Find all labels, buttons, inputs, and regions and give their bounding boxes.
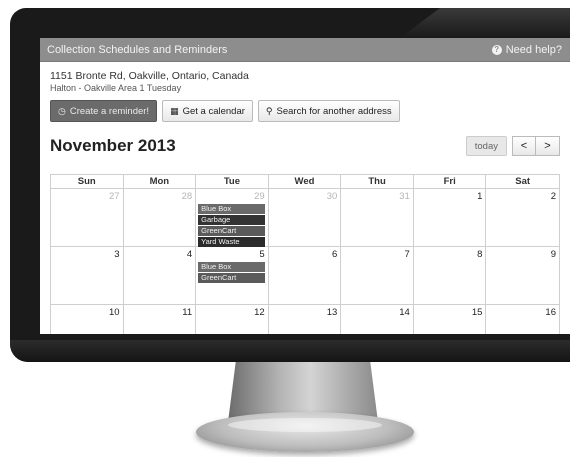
monitor-stand-base (196, 412, 414, 452)
calendar-day-cell[interactable]: 27 (51, 189, 124, 247)
weekday-label: Thu (341, 175, 414, 188)
calendar-day-cell[interactable]: 6 (269, 247, 342, 304)
day-number: 2 (550, 191, 556, 202)
collection-area-text: Halton - Oakville Area 1 Tuesday (50, 83, 182, 93)
calendar-day-cell[interactable]: 15 (414, 305, 487, 334)
help-label: Need help? (505, 43, 562, 56)
action-toolbar: ◷ Create a reminder! ▦ Get a calendar ⚲ … (40, 94, 570, 122)
day-number: 12 (254, 307, 265, 318)
help-link[interactable]: ? Need help? (491, 43, 562, 56)
search-address-button[interactable]: ⚲ Search for another address (257, 100, 400, 122)
day-number: 29 (254, 191, 265, 202)
weekday-label: Sun (51, 175, 124, 188)
weekday-label: Wed (269, 175, 342, 188)
app-title: Collection Schedules and Reminders (47, 43, 228, 56)
day-number: 30 (326, 191, 338, 202)
get-calendar-label: Get a calendar (182, 105, 245, 117)
next-month-button[interactable]: > (536, 136, 560, 156)
calendar-day-cell[interactable]: 13 (269, 305, 342, 334)
day-number: 13 (326, 307, 338, 318)
app-header-bar: Collection Schedules and Reminders ? Nee… (40, 38, 570, 62)
calendar-grid: Sun Mon Tue Wed Thu Fri Sat 27 28 29 Blu… (50, 174, 560, 334)
weekday-header-row: Sun Mon Tue Wed Thu Fri Sat (50, 174, 560, 188)
calendar-nav: today < > (465, 136, 560, 156)
monitor-screen: Collection Schedules and Reminders ? Nee… (40, 38, 570, 334)
weekday-label: Mon (124, 175, 197, 188)
month-arrows: < > (512, 136, 560, 156)
calendar-day-cell[interactable]: 12 (196, 305, 269, 334)
calendar-day-cell[interactable]: 5 Blue Box GreenCart (196, 247, 269, 304)
question-circle-icon: ? (491, 44, 502, 55)
calendar-day-cell[interactable]: 9 (486, 247, 559, 304)
day-number: 4 (186, 249, 193, 260)
calendar-day-cell[interactable]: 4 (124, 247, 197, 304)
day-number: 11 (182, 307, 193, 318)
month-title: November 2013 (50, 136, 176, 155)
day-number: 15 (471, 307, 483, 318)
calendar-day-cell[interactable]: 10 (51, 305, 124, 334)
weekday-label: Fri (414, 175, 487, 188)
day-number: 6 (331, 249, 338, 260)
event-yard-waste[interactable]: Yard Waste (198, 237, 265, 247)
prev-month-button[interactable]: < (512, 136, 536, 156)
event-greencart[interactable]: GreenCart (198, 226, 265, 236)
create-reminder-button[interactable]: ◷ Create a reminder! (50, 100, 158, 122)
calendar-day-cell[interactable]: 2 (486, 189, 559, 247)
calendar-icon: ▦ (170, 105, 179, 116)
day-number: 27 (108, 191, 120, 202)
event-garbage[interactable]: Garbage (198, 215, 265, 225)
day-number: 16 (545, 307, 556, 318)
day-number: 10 (108, 307, 120, 318)
day-number: 5 (259, 249, 265, 260)
get-calendar-button[interactable]: ▦ Get a calendar (162, 100, 253, 122)
calendar-day-cell[interactable]: 1 (414, 189, 487, 247)
address-text: 1151 Bronte Rd, Oakville, Ontario, Canad… (50, 70, 249, 82)
event-blue-box[interactable]: Blue Box (198, 204, 265, 214)
day-number: 31 (399, 191, 410, 202)
monitor-chin (10, 340, 570, 362)
day-number: 7 (404, 249, 410, 260)
calendar-day-cell[interactable]: 28 (124, 189, 197, 247)
calendar-day-cell[interactable]: 29 Blue Box Garbage GreenCart Yard Waste (196, 189, 269, 247)
calendar-day-cell[interactable]: 7 (341, 247, 414, 304)
day-number: 14 (399, 307, 410, 318)
calendar-day-cell[interactable]: 14 (341, 305, 414, 334)
calendar-day-cell[interactable]: 30 (269, 189, 342, 247)
weekday-label: Tue (196, 175, 269, 188)
location-info: 1151 Bronte Rd, Oakville, Ontario, Canad… (40, 62, 570, 94)
calendar-week-row: 27 28 29 Blue Box Garbage GreenCart Yard… (50, 188, 560, 247)
day-number: 8 (477, 249, 483, 260)
calendar-header: November 2013 today < > (40, 135, 570, 157)
calendar-day-cell[interactable]: 16 (486, 305, 559, 334)
calendar-day-cell[interactable]: 3 (51, 247, 124, 304)
day-number: 1 (477, 191, 483, 202)
calendar-day-cell[interactable]: 11 (124, 305, 197, 334)
event-greencart[interactable]: GreenCart (198, 273, 265, 283)
calendar-day-cell[interactable]: 8 (414, 247, 487, 304)
day-number: 3 (114, 249, 120, 260)
day-number: 28 (181, 191, 193, 202)
today-button[interactable]: today (465, 136, 507, 156)
search-icon: ⚲ (265, 105, 273, 116)
calendar-week-row: 10 11 12 13 14 15 16 (50, 304, 560, 334)
clock-icon: ◷ (58, 105, 66, 116)
create-reminder-label: Create a reminder! (69, 105, 150, 117)
calendar-day-cell[interactable]: 31 (341, 189, 414, 247)
day-number: 9 (550, 249, 556, 260)
search-address-label: Search for another address (276, 105, 392, 117)
event-blue-box[interactable]: Blue Box (198, 262, 265, 272)
calendar-week-row: 3 4 5 Blue Box GreenCart 6 7 8 9 (50, 246, 560, 304)
weekday-label: Sat (515, 176, 531, 187)
